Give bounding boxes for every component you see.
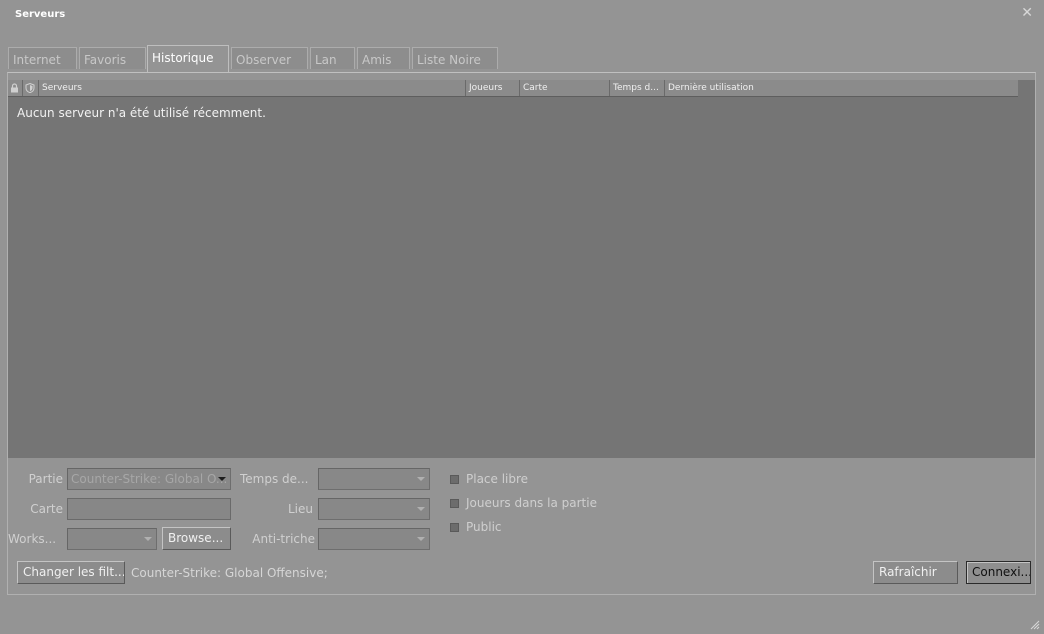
game-filter-label: Partie: [28, 472, 63, 486]
workshop-filter-label: Works...: [8, 532, 57, 546]
change-filters-button[interactable]: Changer les filt...: [17, 561, 125, 584]
anticheat-filter-select[interactable]: [318, 528, 430, 550]
empty-list-message: Aucun serveur n'a été utilisé récemment.: [17, 106, 266, 120]
server-list-header: Serveurs Joueurs Carte Temps d... Derniè…: [8, 80, 1018, 97]
anticheat-filter-label: Anti-triche: [252, 532, 315, 546]
location-filter-select[interactable]: [318, 498, 430, 520]
chevron-down-icon: [417, 507, 425, 511]
resize-grip-icon[interactable]: [1030, 615, 1040, 630]
refresh-button[interactable]: Rafraîchir: [873, 561, 958, 584]
column-header-map[interactable]: Carte: [520, 80, 610, 96]
tab-observer[interactable]: Observer: [231, 47, 308, 69]
chevron-down-icon: [144, 537, 152, 541]
latency-filter-label: Temps de...: [240, 472, 309, 486]
close-icon[interactable]: ✕: [1021, 5, 1033, 21]
tab-historique[interactable]: Historique: [147, 45, 229, 72]
game-filter-select[interactable]: Counter-Strike: Global O...: [67, 468, 231, 490]
chevron-down-icon: [218, 477, 226, 481]
workshop-filter-select[interactable]: [67, 528, 157, 550]
tab-liste-noire[interactable]: Liste Noire: [412, 47, 498, 69]
column-header-last-used[interactable]: Dernière utilisation: [665, 80, 1018, 96]
column-header-servers[interactable]: Serveurs: [39, 80, 466, 96]
latency-filter-select[interactable]: [318, 468, 430, 490]
map-filter-input[interactable]: [67, 498, 231, 520]
column-header-latency[interactable]: Temps d...: [610, 80, 665, 96]
chevron-down-icon: [417, 537, 425, 541]
public-label[interactable]: Public: [466, 520, 502, 534]
lock-icon[interactable]: [8, 80, 23, 96]
connect-button[interactable]: Connexi...: [966, 561, 1031, 584]
tab-favoris[interactable]: Favoris: [79, 47, 146, 69]
column-header-players[interactable]: Joueurs: [466, 80, 520, 96]
tab-lan[interactable]: Lan: [310, 47, 355, 69]
filter-summary: Counter-Strike: Global Offensive;: [131, 566, 328, 580]
chevron-down-icon: [417, 477, 425, 481]
window-title: Serveurs: [15, 9, 66, 20]
server-list[interactable]: [8, 80, 1035, 458]
tab-internet[interactable]: Internet: [8, 47, 77, 69]
location-filter-label: Lieu: [287, 502, 313, 516]
public-checkbox[interactable]: [450, 523, 459, 532]
game-filter-value: Counter-Strike: Global O...: [71, 472, 228, 486]
free-slot-checkbox[interactable]: [450, 475, 459, 484]
free-slot-label[interactable]: Place libre: [466, 472, 528, 486]
map-filter-label: Carte: [30, 502, 63, 516]
tab-amis[interactable]: Amis: [357, 47, 410, 69]
browse-button[interactable]: Browse...: [162, 527, 231, 550]
shield-icon[interactable]: [23, 80, 39, 96]
players-in-game-label[interactable]: Joueurs dans la partie: [466, 496, 597, 510]
players-in-game-checkbox[interactable]: [450, 499, 459, 508]
